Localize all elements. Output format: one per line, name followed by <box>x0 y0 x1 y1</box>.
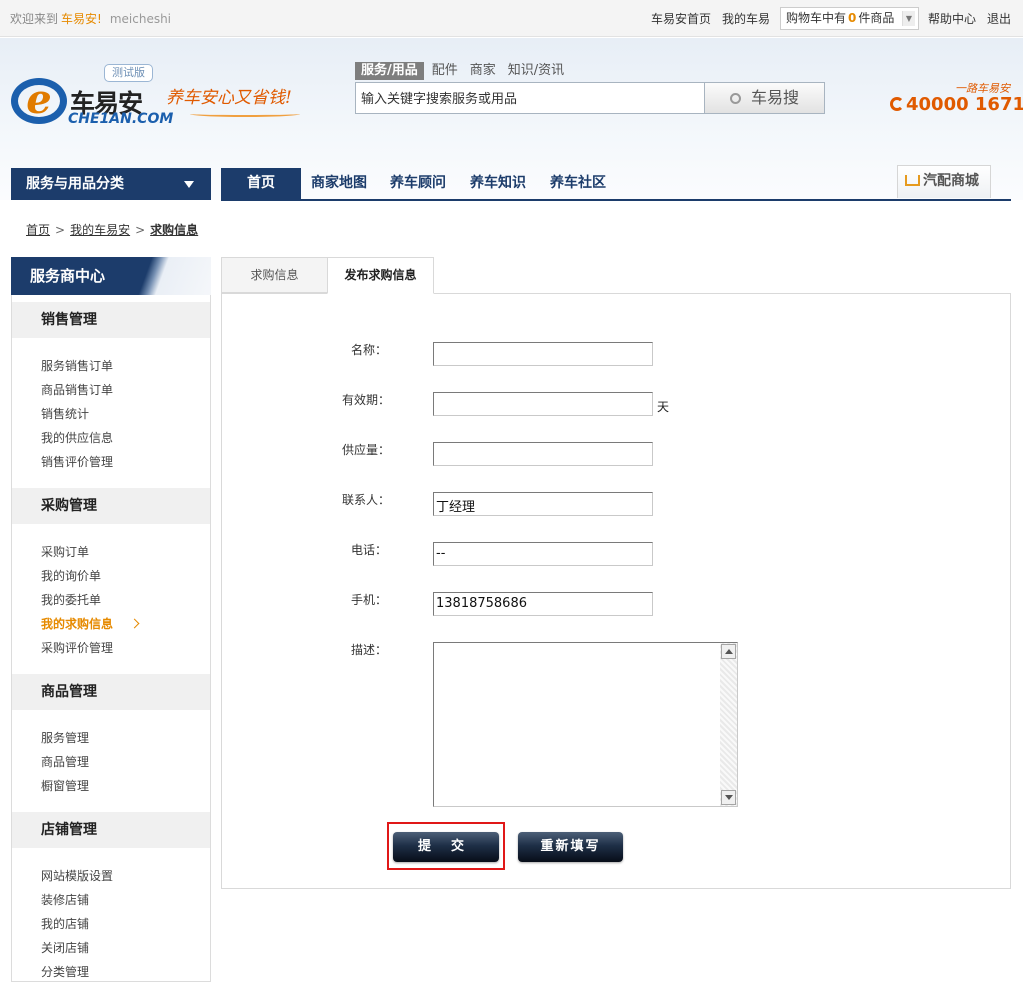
search-tab-merchants[interactable]: 商家 <box>470 62 496 80</box>
sidebar-group-products: 商品管理 <box>12 674 210 710</box>
sidebar-item-my-commissions[interactable]: 我的委托单 <box>41 591 101 608</box>
sidebar-group-store: 店铺管理 <box>12 812 210 848</box>
search-icon <box>729 93 741 104</box>
cart-dropdown[interactable]: 购物车中有 0 件商品 ▼ <box>780 7 919 30</box>
sidebar-group-purchasing: 采购管理 <box>12 488 210 524</box>
search-button-label: 车易搜 <box>750 88 799 107</box>
sidebar-item-my-purchase-requests[interactable]: 我的求购信息 <box>41 615 140 632</box>
search-tabs: 服务/用品 配件 商家 知识/资讯 <box>355 62 576 80</box>
welcome-text: 欢迎来到 车易安! meicheshi <box>10 10 171 27</box>
main-nav: 服务与用品分类 首页 商家地图 养车顾问 养车知识 养车社区 汽配商城 <box>0 165 1023 201</box>
reset-button[interactable]: 重新填写 <box>518 832 623 862</box>
sidebar-item-purchase-reviews[interactable]: 采购评价管理 <box>41 639 113 656</box>
slogan-underline <box>190 111 300 117</box>
sidebar-group-sales: 销售管理 <box>12 302 210 338</box>
supply-quantity-label: 供应量： <box>342 443 391 457</box>
hotline: 40000 16712 <box>890 94 1023 115</box>
sidebar-item-site-templates[interactable]: 网站模版设置 <box>41 867 113 884</box>
cart-prefix: 购物车中有 <box>786 11 847 25</box>
sidebar-item-my-inquiries[interactable]: 我的询价单 <box>41 567 101 584</box>
name-field[interactable] <box>433 342 653 366</box>
breadcrumb: 首页 > 我的车易安 > 求购信息 <box>26 223 199 237</box>
sidebar-item-purchase-orders[interactable]: 采购订单 <box>41 543 89 560</box>
nav-item-car-knowledge[interactable]: 养车知识 <box>470 168 526 200</box>
shopping-cart-icon <box>905 175 920 186</box>
search-tab-parts[interactable]: 配件 <box>432 62 458 80</box>
scroll-up-icon[interactable] <box>721 644 736 659</box>
search-tab-services[interactable]: 服务/用品 <box>355 62 424 80</box>
hotline-number: 40000 16712 <box>906 94 1023 115</box>
cart-suffix: 件商品 <box>858 11 895 25</box>
brand-link[interactable]: 车易安! <box>61 12 102 26</box>
tab-purchase-requests[interactable]: 求购信息 <box>221 257 328 293</box>
validity-unit: 天 <box>657 400 670 414</box>
nav-item-car-community[interactable]: 养车社区 <box>550 168 606 200</box>
sidebar-item-decorate-store[interactable]: 装修店铺 <box>41 891 89 908</box>
sidebar-item-label: 我的求购信息 <box>41 617 114 631</box>
sidebar-item-close-store[interactable]: 关闭店铺 <box>41 939 89 956</box>
sidebar-item-sales-stats[interactable]: 销售统计 <box>41 405 89 422</box>
supply-quantity-field[interactable] <box>433 442 653 466</box>
content-tabs: 求购信息 发布求购信息 <box>221 257 1011 294</box>
scroll-down-icon[interactable] <box>721 790 736 805</box>
contact-field[interactable]: 丁经理 <box>433 492 653 516</box>
sidebar-item-showcase-management[interactable]: 橱窗管理 <box>41 777 89 794</box>
home-link[interactable]: 车易安首页 <box>651 10 711 27</box>
validity-label: 有效期： <box>342 393 391 407</box>
search-input[interactable]: 输入关键字搜索服务或用品 <box>355 82 705 114</box>
textarea-scrollbar[interactable] <box>720 643 737 806</box>
welcome-label: 欢迎来到 <box>10 12 59 26</box>
submit-button[interactable]: 提交 <box>393 832 499 862</box>
nav-item-home[interactable]: 首页 <box>221 168 301 200</box>
mobile-field[interactable]: 13818758686 <box>433 592 653 616</box>
sidebar-item-service-sales-orders[interactable]: 服务销售订单 <box>41 357 113 374</box>
mobile-label: 手机： <box>350 593 387 607</box>
phone-icon <box>890 97 904 111</box>
breadcrumb-current[interactable]: 求购信息 <box>150 223 198 237</box>
nav-item-merchant-map[interactable]: 商家地图 <box>311 168 367 200</box>
slogan: 养车安心又省钱! <box>166 88 292 108</box>
phone-field[interactable]: -- <box>433 542 653 566</box>
cart-count: 0 <box>848 11 857 25</box>
caret-down-icon <box>184 181 194 188</box>
category-menu-button[interactable]: 服务与用品分类 <box>11 168 211 200</box>
sidebar-item-product-management[interactable]: 商品管理 <box>41 753 89 770</box>
help-link[interactable]: 帮助中心 <box>928 10 976 27</box>
sidebar-item-service-management[interactable]: 服务管理 <box>41 729 89 746</box>
breadcrumb-my-account[interactable]: 我的车易安 <box>70 223 130 237</box>
validity-field[interactable] <box>433 392 653 416</box>
beta-badge: 测试版 <box>104 64 153 82</box>
contact-label: 联系人： <box>342 493 391 507</box>
search-button[interactable]: 车易搜 <box>704 82 825 114</box>
sidebar-item-category-management[interactable]: 分类管理 <box>41 963 89 980</box>
phone-label: 电话： <box>350 543 387 557</box>
name-label: 名称： <box>350 343 387 357</box>
logo-icon[interactable]: e <box>11 78 67 124</box>
parts-mall-button[interactable]: 汽配商城 <box>897 165 991 198</box>
logo-domain: CHE1AN.COM <box>68 111 174 127</box>
category-menu-label: 服务与用品分类 <box>26 176 124 192</box>
description-textarea[interactable] <box>433 642 738 807</box>
description-label: 描述： <box>350 643 387 657</box>
search-tab-knowledge[interactable]: 知识/资讯 <box>508 62 564 80</box>
sidebar-item-my-supply[interactable]: 我的供应信息 <box>41 429 113 446</box>
sidebar-item-my-store[interactable]: 我的店铺 <box>41 915 89 932</box>
sidebar-item-product-sales-orders[interactable]: 商品销售订单 <box>41 381 113 398</box>
chevron-down-icon: ▼ <box>902 11 915 26</box>
chevron-right-icon <box>129 618 140 629</box>
sidebar-item-sales-reviews[interactable]: 销售评价管理 <box>41 453 113 470</box>
parts-mall-label: 汽配商城 <box>923 173 979 189</box>
my-account-link[interactable]: 我的车易 <box>722 10 770 27</box>
username: meicheshi <box>109 12 172 26</box>
top-bar: 欢迎来到 车易安! meicheshi 车易安首页 我的车易 购物车中有 0 件商品 ▼… <box>0 0 1023 37</box>
breadcrumb-home[interactable]: 首页 <box>26 223 50 237</box>
tab-publish-purchase-request[interactable]: 发布求购信息 <box>327 257 434 294</box>
logout-link[interactable]: 退出 <box>987 10 1011 27</box>
sidebar-title: 服务商中心 <box>11 257 211 295</box>
nav-item-car-advisor[interactable]: 养车顾问 <box>390 168 446 200</box>
